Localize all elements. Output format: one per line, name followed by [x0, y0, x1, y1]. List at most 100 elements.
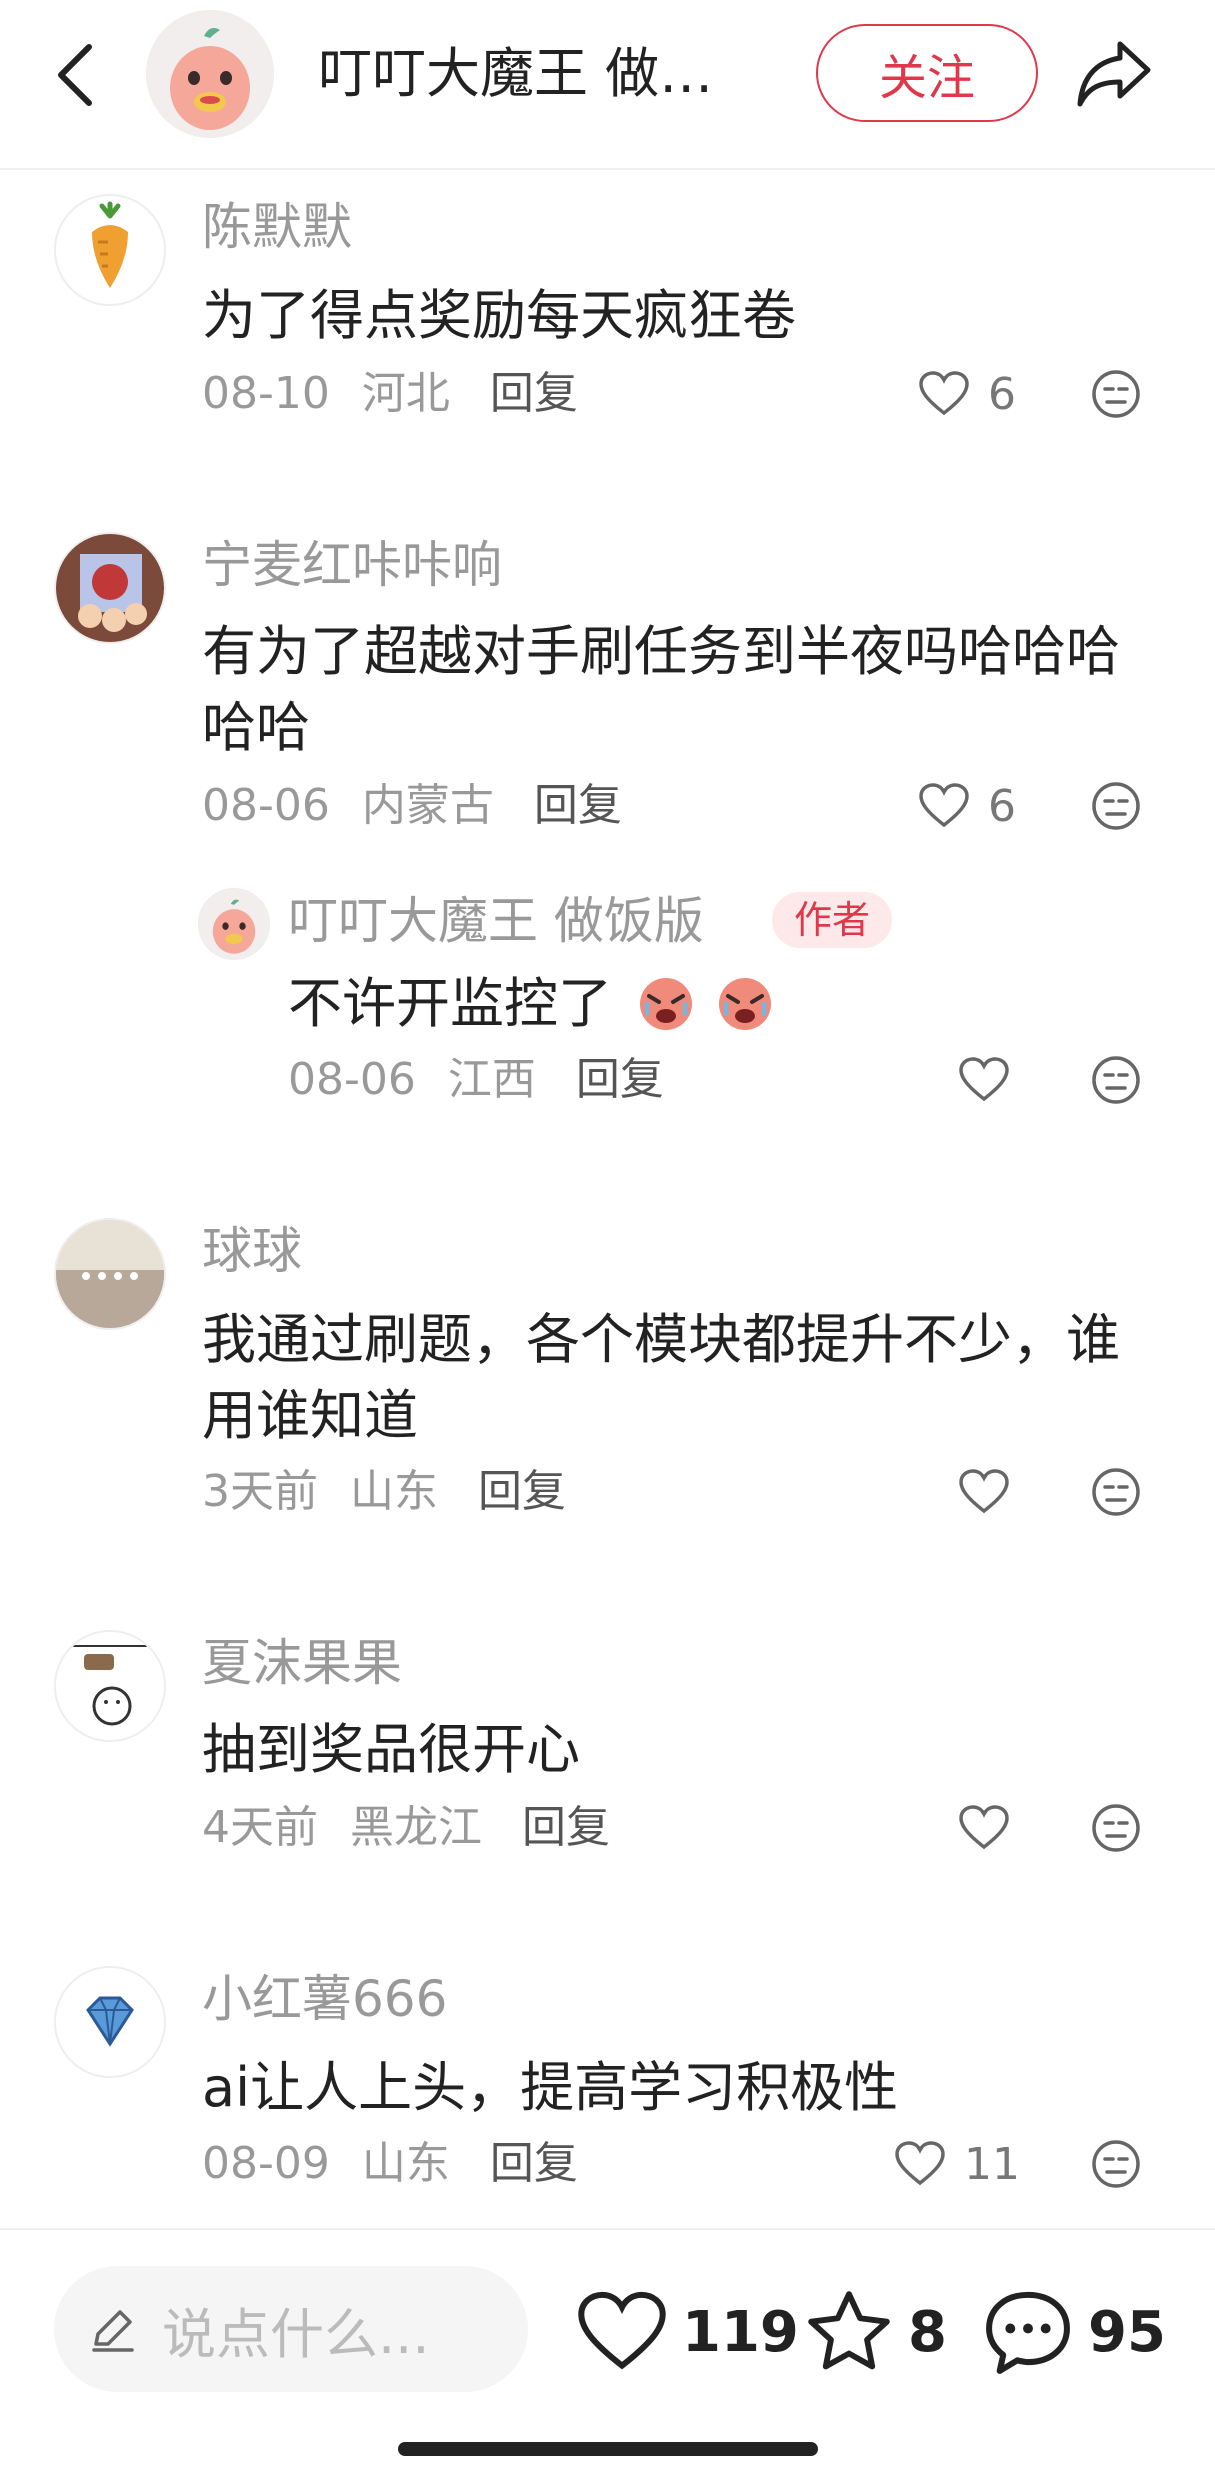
comments-button[interactable]: 95	[982, 2282, 1166, 2382]
commenter-avatar[interactable]	[54, 194, 166, 306]
pencil-icon	[92, 2310, 134, 2352]
heart-icon	[959, 1057, 1009, 1102]
dislike-button[interactable]	[1090, 780, 1142, 832]
meh-face-icon	[1092, 782, 1140, 830]
comment-date: 08-10	[202, 368, 330, 419]
comment-text: 抽到奖品很开心	[202, 1718, 580, 1781]
heart-icon	[919, 371, 969, 416]
comment-input[interactable]: 说点什么...	[54, 2266, 528, 2392]
comment-meta: 08-06 内蒙古 回复	[202, 776, 622, 836]
reply-button[interactable]: 回复	[478, 1466, 566, 1517]
like-button[interactable]	[958, 1462, 1028, 1522]
comment-date: 08-06	[202, 780, 330, 831]
comment-meta: 3天前 山东 回复	[202, 1462, 566, 1522]
reply-avatar[interactable]	[198, 888, 270, 960]
comment-date: 08-09	[202, 2138, 330, 2189]
page-title: 叮叮大魔王 做…	[318, 42, 714, 105]
commenter-avatar[interactable]	[54, 1630, 166, 1742]
reply-button[interactable]: 回复	[534, 780, 622, 831]
like-post-button[interactable]: 119	[576, 2282, 799, 2382]
comment-text: 有为了超越对手刷任务到半夜吗哈哈哈哈哈	[202, 620, 1120, 759]
meh-face-icon	[1092, 1804, 1140, 1852]
author-avatar[interactable]	[146, 10, 274, 138]
comment-username[interactable]: 宁麦红咔咔响	[202, 530, 502, 600]
comment-input-placeholder: 说点什么...	[162, 2302, 430, 2366]
reply-date: 08-06	[288, 1054, 416, 1105]
favorite-button[interactable]: 8	[804, 2282, 947, 2382]
comment-text: ai让人上头，提高学习积极性	[202, 2056, 899, 2119]
like-button[interactable]	[958, 1798, 1028, 1858]
like-button[interactable]: 6	[918, 776, 1016, 836]
reply-button[interactable]: 回复	[522, 1802, 610, 1853]
photo-avatar-icon	[56, 534, 164, 642]
like-count: 6	[988, 368, 1016, 420]
comment-location: 山东	[361, 2138, 450, 2189]
chevron-left-icon	[58, 44, 92, 106]
meh-face-icon	[1092, 2140, 1140, 2188]
comment-meta: 4天前 黑龙江 回复	[202, 1798, 610, 1858]
comment-meta: 08-10 河北 回复	[202, 364, 578, 424]
comment-username[interactable]: 陈默默	[202, 192, 352, 262]
meh-face-icon	[1092, 1056, 1140, 1104]
dislike-button[interactable]	[1090, 1054, 1142, 1106]
reply-text: 不许开监控了	[288, 966, 1108, 1042]
like-total: 119	[682, 2299, 799, 2365]
diamond-icon	[56, 1968, 164, 2076]
heart-icon	[919, 783, 969, 828]
like-button[interactable]: 11	[894, 2134, 1020, 2194]
crying-emoji-icon	[635, 970, 697, 1032]
commenter-avatar[interactable]	[54, 1218, 166, 1330]
comment-location: 黑龙江	[350, 1802, 482, 1853]
reply-button[interactable]: 回复	[576, 1054, 664, 1105]
reply-button[interactable]: 回复	[490, 368, 578, 419]
share-button[interactable]	[1072, 36, 1156, 112]
comment-location: 山东	[350, 1466, 438, 1517]
home-indicator[interactable]	[398, 2442, 818, 2456]
like-count: 6	[988, 780, 1016, 832]
commenter-avatar[interactable]	[54, 1966, 166, 2078]
follow-button[interactable]: 关注	[816, 24, 1038, 122]
comment-username[interactable]: 小红薯666	[202, 1964, 447, 2034]
author-badge: 作者	[772, 892, 893, 948]
favorite-total: 8	[908, 2299, 947, 2365]
reply-button[interactable]: 回复	[490, 2138, 578, 2189]
comment-date: 3天前	[202, 1466, 318, 1517]
top-nav-bar: 叮叮大魔王 做… 关注	[0, 0, 1215, 170]
heart-icon	[959, 1805, 1009, 1850]
reply-location: 江西	[447, 1054, 536, 1105]
comment-text: 我通过刷题，各个模块都提升不少，谁用谁知道	[202, 1308, 1120, 1447]
comment-meta: 08-09 山东 回复	[202, 2134, 578, 2194]
crying-emoji-icon	[714, 970, 776, 1032]
like-button[interactable]	[958, 1050, 1028, 1110]
heart-icon	[895, 2141, 945, 2186]
commenter-avatar[interactable]	[54, 532, 166, 644]
doodle-avatar-icon	[56, 1632, 164, 1740]
speech-bubble-icon	[986, 2291, 1070, 2374]
photo-avatar-icon	[56, 1220, 164, 1328]
comment-location: 河北	[361, 368, 450, 419]
share-arrow-icon	[1077, 41, 1151, 107]
carrot-icon	[92, 201, 128, 288]
star-icon	[808, 2291, 890, 2370]
comments-total: 95	[1088, 2299, 1166, 2365]
dislike-button[interactable]	[1090, 1802, 1142, 1854]
like-button[interactable]: 6	[918, 364, 1016, 424]
heart-icon	[578, 2291, 666, 2370]
meh-face-icon	[1092, 370, 1140, 418]
comment-username[interactable]: 夏沫果果	[202, 1628, 402, 1698]
comment-username[interactable]: 球球	[202, 1216, 302, 1286]
comment-location: 内蒙古	[361, 780, 494, 831]
dislike-button[interactable]	[1090, 2138, 1142, 2190]
heart-icon	[959, 1469, 1009, 1514]
comment-date: 4天前	[202, 1802, 318, 1853]
dislike-button[interactable]	[1090, 368, 1142, 420]
like-count: 11	[964, 2138, 1020, 2190]
reply-meta: 08-06 江西 回复	[288, 1050, 664, 1110]
peach-mascot-icon	[146, 10, 274, 138]
meh-face-icon	[1092, 1468, 1140, 1516]
comment-text: 为了得点奖励每天疯狂卷	[202, 284, 796, 347]
peach-mascot-icon	[200, 890, 268, 958]
dislike-button[interactable]	[1090, 1466, 1142, 1518]
back-button[interactable]	[40, 30, 110, 120]
reply-username[interactable]: 叮叮大魔王 做饭版	[288, 886, 704, 956]
